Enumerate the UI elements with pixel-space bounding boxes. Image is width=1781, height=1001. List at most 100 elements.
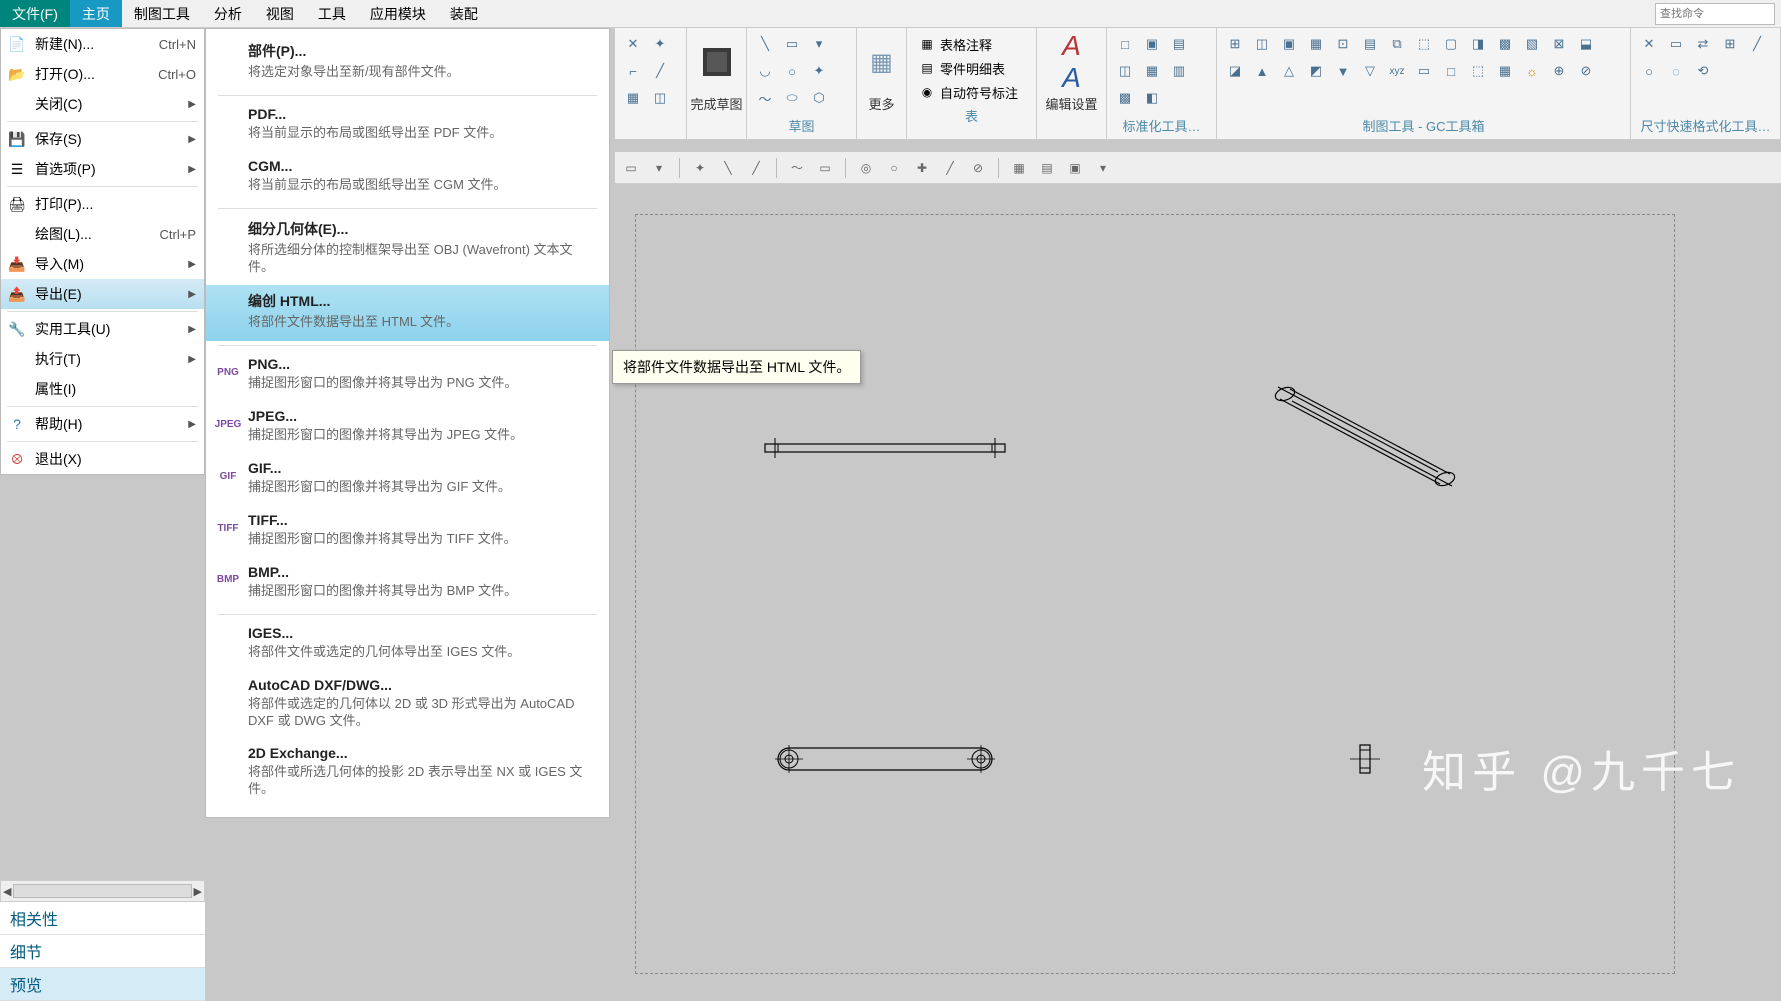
gc12-icon[interactable]: ▧: [1520, 32, 1544, 56]
gc27-icon[interactable]: ⊕: [1547, 59, 1571, 83]
file-print[interactable]: 🖨打印(P)...: [1, 189, 204, 219]
finish-sketch-button[interactable]: [692, 32, 742, 92]
point-icon[interactable]: ✦: [807, 59, 831, 83]
menu-assembly[interactable]: 装配: [438, 0, 490, 27]
gc2-icon[interactable]: ◫: [1250, 32, 1274, 56]
file-export[interactable]: 📤导出(E)▶: [1, 279, 204, 309]
gc25-icon[interactable]: ▦: [1493, 59, 1517, 83]
export-iges[interactable]: IGES...将部件文件或选定的几何体导出至 IGES 文件。: [206, 619, 609, 671]
menu-file[interactable]: 文件(F): [0, 0, 70, 27]
file-help[interactable]: ?帮助(H)▶: [1, 409, 204, 439]
file-utilities[interactable]: 🔧实用工具(U)▶: [1, 314, 204, 344]
file-import[interactable]: 📥导入(M)▶: [1, 249, 204, 279]
gc21-icon[interactable]: xyz: [1385, 59, 1409, 83]
polygon-icon[interactable]: ⬡: [807, 86, 831, 110]
mirror-icon[interactable]: ◫: [648, 86, 672, 110]
table-note-button[interactable]: ▦表格注释: [913, 32, 1030, 56]
scroll-right-arrow[interactable]: ▶: [194, 885, 202, 898]
ellipse-icon[interactable]: ⬭: [780, 86, 804, 110]
gc4-icon[interactable]: ▦: [1304, 32, 1328, 56]
tool-e-icon[interactable]: ▦: [1140, 59, 1164, 83]
dim5-icon[interactable]: ╱: [1745, 32, 1769, 56]
gc10-icon[interactable]: ◨: [1466, 32, 1490, 56]
spline-icon[interactable]: 〜: [753, 86, 777, 110]
st-dropdown-icon[interactable]: ▾: [647, 156, 671, 180]
gc16-icon[interactable]: ▲: [1250, 59, 1274, 83]
gc22-icon[interactable]: ▭: [1412, 59, 1436, 83]
auto-balloon-button[interactable]: ◉自动符号标注: [913, 80, 1030, 104]
file-exit[interactable]: ⮾退出(X): [1, 444, 204, 474]
export-jpeg[interactable]: JPEGJPEG...捕捉图形窗口的图像并将其导出为 JPEG 文件。: [206, 402, 609, 454]
st1-icon[interactable]: ▭: [619, 156, 643, 180]
file-properties[interactable]: 属性(I): [1, 374, 204, 404]
tool-d-icon[interactable]: ◫: [1113, 59, 1137, 83]
tab-detail[interactable]: 细节: [0, 935, 205, 968]
gc8-icon[interactable]: ⬚: [1412, 32, 1436, 56]
gc6-icon[interactable]: ▤: [1358, 32, 1382, 56]
edit-settings-button[interactable]: AA: [1047, 32, 1097, 92]
file-open[interactable]: 📂打开(O)...Ctrl+O: [1, 59, 204, 89]
file-plot[interactable]: 绘图(L)...Ctrl+P: [1, 219, 204, 249]
command-search-input[interactable]: [1655, 3, 1775, 25]
st3-icon[interactable]: ╲: [716, 156, 740, 180]
export-tiff[interactable]: TIFFTIFF...捕捉图形窗口的图像并将其导出为 TIFF 文件。: [206, 506, 609, 558]
parts-list-button[interactable]: ▤零件明细表: [913, 56, 1030, 80]
dim1-icon[interactable]: ✕: [1637, 32, 1661, 56]
gc5-icon[interactable]: ⊡: [1331, 32, 1355, 56]
dropdown-icon[interactable]: ▾: [807, 32, 831, 56]
gc3-icon[interactable]: ▣: [1277, 32, 1301, 56]
gc14-icon[interactable]: ⬓: [1574, 32, 1598, 56]
scroll-left-arrow[interactable]: ◀: [3, 885, 11, 898]
gc26-icon[interactable]: ☼: [1520, 59, 1544, 83]
export-png[interactable]: PNGPNG...捕捉图形窗口的图像并将其导出为 PNG 文件。: [206, 350, 609, 402]
export-cgm[interactable]: CGM...将当前显示的布局或图纸导出至 CGM 文件。: [206, 152, 609, 204]
export-pdf[interactable]: PDF...将当前显示的布局或图纸导出至 PDF 文件。: [206, 100, 609, 152]
arc-icon[interactable]: ◡: [753, 59, 777, 83]
menu-analysis[interactable]: 分析: [202, 0, 254, 27]
st15-icon[interactable]: ▾: [1091, 156, 1115, 180]
tool-a-icon[interactable]: □: [1113, 32, 1137, 56]
st10-icon[interactable]: ╱: [938, 156, 962, 180]
st11-icon[interactable]: ⊘: [966, 156, 990, 180]
export-part[interactable]: 部件(P)...将选定对象导出至新/现有部件文件。: [206, 35, 609, 91]
menu-tools[interactable]: 工具: [306, 0, 358, 27]
dim3-icon[interactable]: ⇄: [1691, 32, 1715, 56]
dim4-icon[interactable]: ⊞: [1718, 32, 1742, 56]
rect-icon[interactable]: ▭: [780, 32, 804, 56]
st5-icon[interactable]: 〜: [785, 156, 809, 180]
export-dxf-dwg[interactable]: AutoCAD DXF/DWG...将部件或选定的几何体以 2D 或 3D 形式…: [206, 671, 609, 740]
export-html[interactable]: 编创 HTML...将部件文件数据导出至 HTML 文件。: [206, 285, 609, 341]
st2-icon[interactable]: ✦: [688, 156, 712, 180]
st13-icon[interactable]: ▤: [1035, 156, 1059, 180]
tool-g-icon[interactable]: ▩: [1113, 86, 1137, 110]
gc11-icon[interactable]: ▩: [1493, 32, 1517, 56]
gc23-icon[interactable]: □: [1439, 59, 1463, 83]
st9-icon[interactable]: ✚: [910, 156, 934, 180]
export-subdiv[interactable]: 细分几何体(E)...将所选细分体的控制框架导出至 OBJ (Wavefront…: [206, 213, 609, 286]
gc15-icon[interactable]: ◪: [1223, 59, 1247, 83]
trim-icon[interactable]: ╱: [648, 59, 672, 83]
export-gif[interactable]: GIFGIF...捕捉图形窗口的图像并将其导出为 GIF 文件。: [206, 454, 609, 506]
menu-drafting[interactable]: 制图工具: [122, 0, 202, 27]
corner-icon[interactable]: ⌐: [621, 59, 645, 83]
gc28-icon[interactable]: ⊘: [1574, 59, 1598, 83]
export-bmp[interactable]: BMPBMP...捕捉图形窗口的图像并将其导出为 BMP 文件。: [206, 558, 609, 610]
file-new[interactable]: 📄新建(N)...Ctrl+N: [1, 29, 204, 59]
gc17-icon[interactable]: △: [1277, 59, 1301, 83]
dim8-icon[interactable]: ⟲: [1691, 59, 1715, 83]
tab-relevance[interactable]: 相关性: [0, 902, 205, 935]
st14-icon[interactable]: ▣: [1063, 156, 1087, 180]
tool-b-icon[interactable]: ▣: [1140, 32, 1164, 56]
tool-h-icon[interactable]: ◧: [1140, 86, 1164, 110]
st4-icon[interactable]: ╱: [744, 156, 768, 180]
gc24-icon[interactable]: ⬚: [1466, 59, 1490, 83]
st6-icon[interactable]: ▭: [813, 156, 837, 180]
dim6-icon[interactable]: ○: [1637, 59, 1661, 83]
st8-icon[interactable]: ○: [882, 156, 906, 180]
tab-preview[interactable]: 预览: [0, 968, 205, 1001]
gc13-icon[interactable]: ⊠: [1547, 32, 1571, 56]
tool-f-icon[interactable]: ▥: [1167, 59, 1191, 83]
gc9-icon[interactable]: ▢: [1439, 32, 1463, 56]
close-icon[interactable]: ✕: [621, 32, 645, 56]
menu-apps[interactable]: 应用模块: [358, 0, 438, 27]
